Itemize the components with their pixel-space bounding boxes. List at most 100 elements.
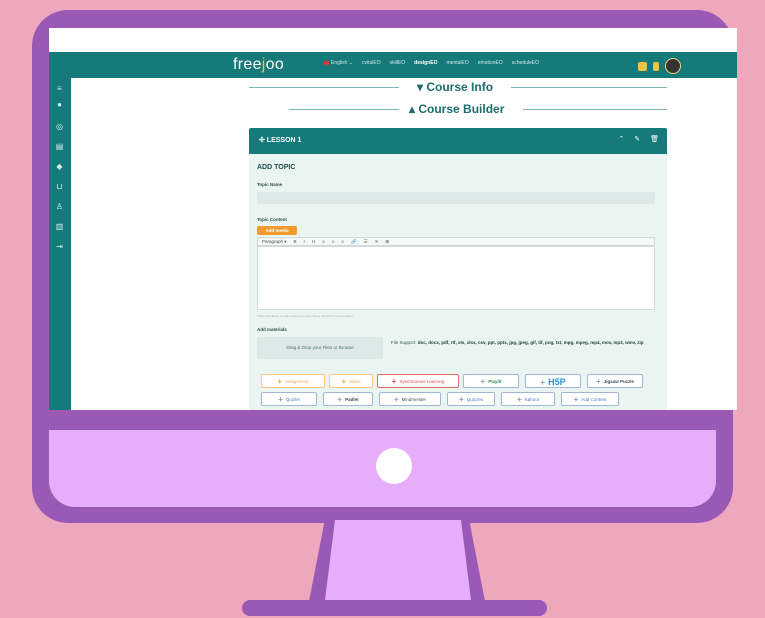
coins-icon[interactable] bbox=[653, 61, 659, 71]
course-info-title[interactable]: ▾ Course Info bbox=[417, 80, 493, 94]
playlit-button[interactable]: + Playlit bbox=[463, 374, 519, 388]
screen: freejoo English ⌄ cvitalEO skillEO desig… bbox=[49, 28, 737, 410]
app-logo[interactable]: freejoo bbox=[233, 56, 284, 74]
assignment-label: Assignment bbox=[285, 379, 309, 385]
section-divider bbox=[249, 87, 399, 88]
cart-icon[interactable]: ⊔ bbox=[55, 182, 64, 191]
nav-mentaleo[interactable]: mentalEO bbox=[447, 60, 469, 66]
menu-icon[interactable]: ≡ bbox=[55, 84, 64, 93]
course-info-section[interactable]: ▾ Course Info bbox=[249, 80, 669, 94]
italic-button[interactable]: I bbox=[304, 239, 305, 244]
top-right-icons bbox=[638, 58, 681, 74]
nav-language[interactable]: English ⌄ bbox=[324, 60, 353, 66]
add-media-label: Add media bbox=[265, 228, 289, 233]
mindmeister-button[interactable]: + Mindmeister bbox=[379, 392, 441, 406]
add-topic-heading: ADD TOPIC bbox=[257, 164, 296, 171]
plus-icon: + bbox=[337, 395, 343, 404]
section-divider bbox=[511, 87, 667, 88]
h5p-button[interactable]: + H5P bbox=[525, 374, 581, 388]
notification-icon[interactable] bbox=[638, 61, 647, 71]
list-button[interactable]: ☰ bbox=[364, 239, 368, 245]
plus-icon: + bbox=[278, 395, 283, 404]
video-button[interactable]: + Video bbox=[329, 374, 373, 388]
assignment-button[interactable]: + Assignment bbox=[261, 374, 325, 388]
jigsaw-puzzle-label: Jigsaw Puzzle bbox=[603, 379, 634, 385]
file-support-label: File Support: bbox=[391, 340, 417, 345]
padlet-label: Padlet bbox=[345, 397, 359, 403]
topic-name-input[interactable] bbox=[257, 192, 655, 204]
plus-icon: + bbox=[393, 395, 399, 404]
editor-hint: Press Ctrl+Enter to add a lesson or topi… bbox=[257, 314, 354, 318]
add-materials-label: Add materials bbox=[257, 327, 287, 332]
add-content-label: Add Content bbox=[581, 397, 607, 403]
video-label: Video bbox=[349, 379, 361, 385]
plus-icon: + bbox=[459, 395, 464, 404]
lesson-actions: ⌃ ✎ 🗑 bbox=[618, 135, 659, 143]
padlet-button[interactable]: + Padlet bbox=[323, 392, 373, 406]
user-avatar[interactable] bbox=[665, 58, 681, 74]
nav-cvitaleo[interactable]: cvitalEO bbox=[362, 60, 381, 66]
topic-content-label: Topic Content bbox=[257, 217, 287, 222]
file-dropzone[interactable]: Drag & Drop your Files or Browse bbox=[257, 337, 383, 359]
align-left-button[interactable]: ≡ bbox=[322, 239, 325, 244]
file-support-text: File Support: doc, docx, pdf, rtf, xls, … bbox=[391, 340, 655, 346]
topic-name-label: Topic Name bbox=[257, 182, 283, 187]
nav-designeo[interactable]: designEO bbox=[414, 60, 437, 66]
course-builder-section[interactable]: ▴ Course Builder bbox=[249, 102, 669, 116]
monitor-stand-base bbox=[242, 600, 547, 616]
plus-icon: + bbox=[277, 377, 283, 386]
synchronous-learning-label: Synchronous Learning bbox=[399, 379, 445, 385]
course-builder-title[interactable]: ▴ Course Builder bbox=[409, 102, 504, 116]
courses-icon[interactable]: ▤ bbox=[55, 142, 64, 151]
check-circle-icon[interactable]: ◎ bbox=[55, 122, 64, 131]
bold-button[interactable]: B bbox=[294, 239, 297, 244]
jigsaw-puzzle-button[interactable]: + Jigsaw Puzzle bbox=[587, 374, 643, 388]
section-divider bbox=[523, 109, 667, 110]
plus-icon: + bbox=[391, 377, 397, 386]
chat-icon[interactable]: ◆ bbox=[55, 162, 64, 171]
playlit-label: Playlit bbox=[488, 379, 502, 385]
add-media-button[interactable]: Add media bbox=[257, 226, 297, 235]
top-navbar: freejoo English ⌄ cvitalEO skillEO desig… bbox=[49, 52, 737, 78]
plus-icon: + bbox=[573, 395, 579, 404]
left-sidebar: ≡ ● ◎ ▤ ◆ ⊔ ♙ ▥ ⇥ bbox=[49, 78, 71, 410]
link-button[interactable]: 🔗 bbox=[351, 239, 357, 245]
top-nav: English ⌄ cvitalEO skillEO designEO ment… bbox=[324, 60, 539, 66]
lesson-header[interactable]: ✣ LESSON 1 ⌃ ✎ 🗑 bbox=[249, 128, 667, 154]
quizlet-label: Quizlet bbox=[285, 397, 300, 403]
nav-skilleo[interactable]: skillEO bbox=[390, 60, 406, 66]
collapse-icon[interactable]: ⌃ bbox=[618, 135, 624, 143]
nav-scheduleeo[interactable]: scheduleEO bbox=[512, 60, 539, 66]
nav-language-label: English ⌄ bbox=[331, 60, 353, 66]
align-right-button[interactable]: ≡ bbox=[341, 239, 344, 244]
table-button[interactable]: ⊞ bbox=[385, 239, 389, 245]
paragraph-select[interactable]: Paragraph ▾ bbox=[262, 239, 287, 245]
align-center-button[interactable]: ≡ bbox=[332, 239, 335, 244]
power-button-icon bbox=[376, 448, 412, 484]
users-icon[interactable]: ♙ bbox=[55, 202, 64, 211]
synchronous-learning-button[interactable]: + Synchronous Learning bbox=[377, 374, 459, 388]
file-support-types: doc, docx, pdf, rtf, xls, xlsx, csv, ppt… bbox=[417, 340, 644, 345]
course-content: ▾ Course Info ▴ Course Builder ✣ LESSON … bbox=[249, 78, 669, 410]
quizzes-button[interactable]: + Quizzes bbox=[447, 392, 495, 406]
logout-icon[interactable]: ⇥ bbox=[55, 242, 64, 251]
heading-button[interactable]: H bbox=[312, 239, 315, 244]
edit-icon[interactable]: ✎ bbox=[634, 135, 640, 143]
mindmeister-label: Mindmeister bbox=[401, 397, 427, 403]
clear-format-button[interactable]: ✕ bbox=[375, 239, 379, 245]
delete-icon[interactable]: 🗑 bbox=[650, 135, 659, 143]
h5p-label: H5P bbox=[548, 377, 566, 387]
kahoot-button[interactable]: + Kahoot bbox=[501, 392, 555, 406]
quizlet-button[interactable]: + Quizlet bbox=[261, 392, 317, 406]
wallet-icon[interactable]: ▥ bbox=[55, 222, 64, 231]
lesson-title: ✣ LESSON 1 bbox=[259, 137, 302, 144]
plus-icon: + bbox=[517, 395, 522, 404]
add-content-button[interactable]: + Add Content bbox=[561, 392, 619, 406]
lesson-body: ADD TOPIC Topic Name Topic Content Add m… bbox=[249, 154, 667, 410]
screen-top-strip bbox=[49, 28, 737, 52]
profile-icon[interactable]: ● bbox=[55, 100, 64, 109]
topic-content-editor[interactable] bbox=[257, 246, 655, 310]
nav-emotioneo[interactable]: emotionEO bbox=[478, 60, 503, 66]
plus-icon: + bbox=[341, 377, 347, 386]
plus-icon: + bbox=[596, 377, 601, 386]
